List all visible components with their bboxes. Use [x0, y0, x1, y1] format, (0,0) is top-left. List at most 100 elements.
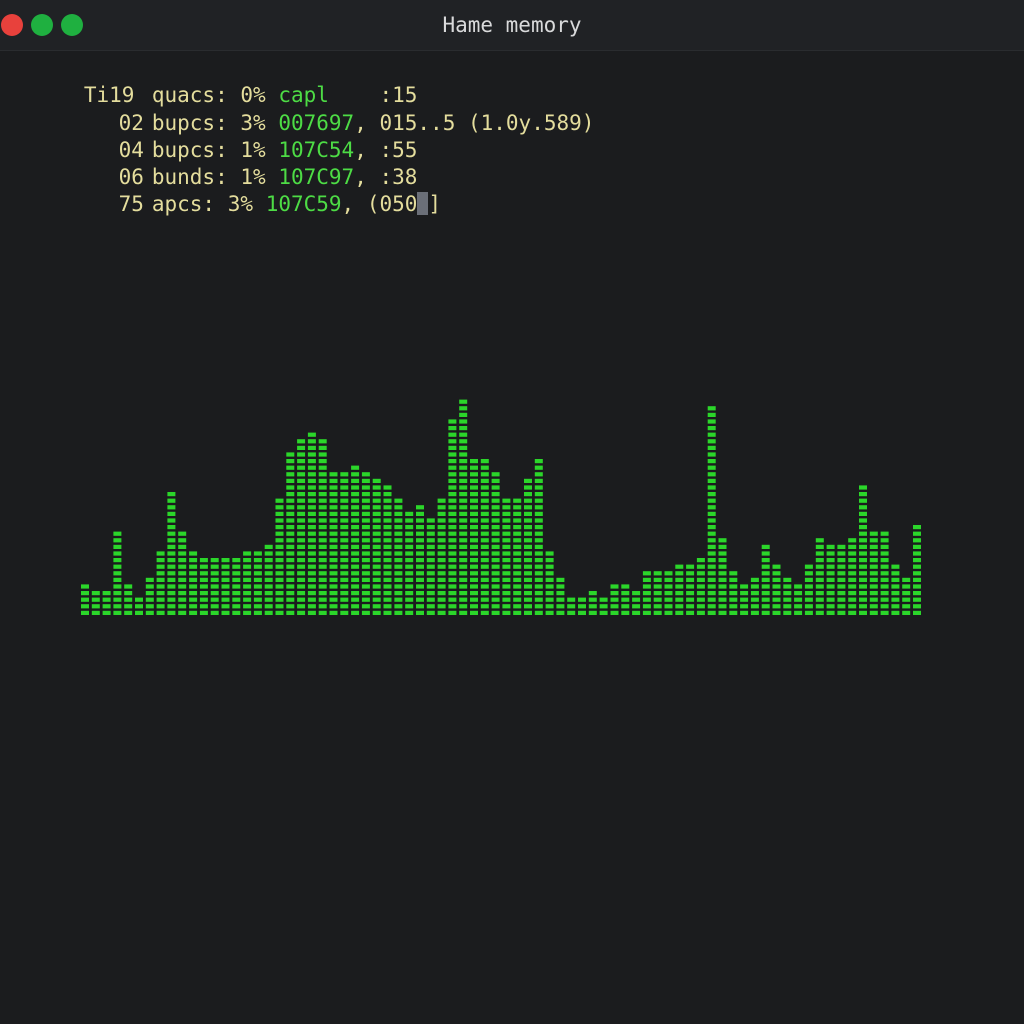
graph-bar-segment — [264, 564, 273, 569]
graph-bar-segment — [307, 472, 316, 477]
graph-bar-segment — [189, 558, 198, 563]
graph-bar-segment — [513, 558, 522, 563]
graph-bar-segment — [318, 551, 327, 556]
graph-bar-segment — [599, 604, 608, 609]
graph-bar-segment — [783, 591, 792, 596]
graph-bar-segment — [307, 485, 316, 490]
graph-bar-segment — [804, 597, 813, 602]
graph-bar-segment — [815, 538, 824, 543]
graph-bar-segment — [891, 564, 900, 569]
graph-bar-segment — [167, 564, 176, 569]
graph-bar-segment — [416, 505, 424, 510]
graph-bar-segment — [534, 564, 543, 569]
graph-bar-segment — [448, 604, 457, 609]
graph-bar-segment — [178, 577, 187, 582]
graph-bar-segment — [124, 604, 133, 609]
graph-bar-segment — [913, 558, 921, 563]
graph-bar — [869, 531, 878, 615]
graph-bar-segment — [632, 610, 641, 615]
graph-bar-segment — [275, 511, 284, 516]
graph-bar-segment — [480, 551, 489, 556]
graph-bar-segment — [675, 571, 684, 576]
graph-bar-segment — [221, 558, 230, 563]
graph-bar-segment — [696, 558, 705, 563]
graph-bar-segment — [405, 584, 414, 589]
graph-bar-segment — [361, 498, 370, 503]
graph-bar-segment — [880, 577, 889, 582]
graph-bar-segment — [761, 604, 770, 609]
graph-bar-segment — [286, 452, 295, 457]
graph-bar-segment — [437, 564, 446, 569]
graph-bar-segment — [361, 511, 370, 516]
graph-bar-segment — [707, 445, 716, 450]
graph-bar-segment — [459, 505, 468, 510]
graph-bar-segment — [448, 439, 457, 444]
graph-bar-segment — [318, 610, 327, 615]
graph-bar-segment — [913, 571, 921, 576]
graph-bar-segment — [902, 597, 911, 602]
graph-bar-segment — [351, 465, 360, 470]
graph-bar-segment — [869, 564, 878, 569]
graph-bar-segment — [361, 564, 370, 569]
graph-bar-segment — [707, 531, 716, 536]
graph-bar — [437, 498, 446, 615]
graph-bar-segment — [437, 525, 446, 530]
graph-bar-segment — [361, 538, 370, 543]
graph-bar-segment — [891, 584, 900, 589]
graph-bar — [913, 525, 921, 615]
graph-bar-segment — [534, 591, 543, 596]
graph-bar-segment — [351, 597, 360, 602]
graph-bar-segment — [459, 571, 468, 576]
graph-bar-segment — [318, 577, 327, 582]
graph-bar-segment — [383, 610, 392, 615]
graph-bar-segment — [761, 591, 770, 596]
graph-bar-segment — [297, 485, 306, 490]
graph-bar-segment — [707, 511, 716, 516]
graph-bar-segment — [113, 558, 122, 563]
graph-bar-segment — [286, 465, 295, 470]
graph-bar — [545, 551, 554, 615]
graph-bar-segment — [707, 584, 716, 589]
graph-bar-segment — [502, 498, 511, 503]
graph-bar-segment — [113, 597, 122, 602]
graph-bar-segment — [718, 544, 727, 549]
graph-bar-segment — [707, 465, 716, 470]
graph-bar-segment — [210, 604, 219, 609]
graph-bar-segment — [307, 452, 316, 457]
graph-bar-segment — [329, 492, 338, 497]
graph-bar-segment — [448, 518, 457, 523]
graph-bar-segment — [426, 604, 435, 609]
graph-bar-segment — [361, 591, 370, 596]
graph-bar-segment — [416, 518, 424, 523]
graph-bar-segment — [513, 525, 522, 530]
graph-bar-segment — [859, 577, 867, 582]
graph-bar-segment — [891, 604, 900, 609]
graph-bar-segment — [480, 459, 489, 464]
graph-bar-segment — [264, 551, 273, 556]
graph-bar — [135, 597, 143, 615]
graph-bar — [459, 399, 468, 615]
graph-bar-segment — [859, 505, 867, 510]
graph-bar-segment — [405, 551, 414, 556]
graph-bar-segment — [718, 558, 727, 563]
graph-bar-segment — [329, 472, 338, 477]
graph-bar — [426, 518, 435, 615]
graph-bar-segment — [772, 577, 781, 582]
graph-bar-segment — [275, 525, 284, 530]
graph-bar-segment — [545, 604, 554, 609]
graph-bar-segment — [318, 571, 327, 576]
graph-bar-segment — [199, 558, 208, 563]
graph-bar-segment — [124, 584, 133, 589]
graph-bar-segment — [416, 597, 424, 602]
graph-bar-segment — [372, 505, 381, 510]
graph-bar-segment — [405, 604, 414, 609]
graph-bar-segment — [167, 531, 176, 536]
graph-bar-segment — [178, 604, 187, 609]
graph-bar-segment — [524, 558, 532, 563]
graph-bar-segment — [599, 610, 608, 615]
graph-bar-segment — [869, 577, 878, 582]
graph-bar-segment — [534, 518, 543, 523]
graph-bar-segment — [448, 571, 457, 576]
graph-bar-segment — [470, 538, 478, 543]
graph-bar-segment — [480, 472, 489, 477]
